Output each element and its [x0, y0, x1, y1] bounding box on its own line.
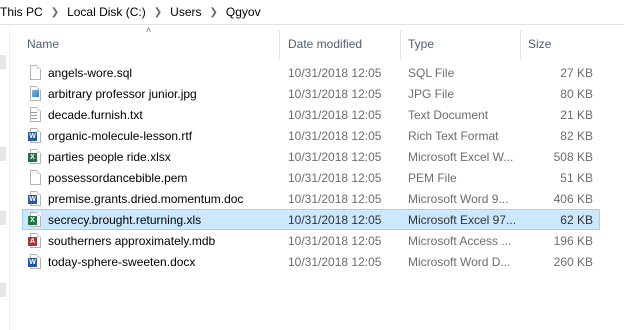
excel-file-icon: X [28, 148, 44, 165]
file-size: 27 KB [560, 65, 593, 80]
file-name: today-sphere-sweeten.docx [48, 254, 196, 269]
file-name: secrecy.brought.returning.xls [48, 212, 202, 227]
file-date-modified: 10/31/2018 12:05 [288, 170, 382, 185]
column-divider[interactable] [520, 30, 521, 60]
column-header-name[interactable]: Name [27, 37, 59, 51]
file-size: 196 KB [553, 233, 593, 248]
file-type: Rich Text Format [408, 128, 499, 143]
breadcrumb-users[interactable]: Users [168, 5, 203, 19]
address-bar[interactable]: This PC ❯ Local Disk (C:) ❯ Users ❯ Qgyo… [0, 0, 624, 25]
column-header-type[interactable]: Type [408, 37, 434, 51]
sort-ascending-icon: ˄ [146, 25, 152, 35]
file-type: PEM File [408, 170, 457, 185]
file-size: 51 KB [560, 170, 593, 185]
file-type: JPG File [408, 86, 455, 101]
file-date-modified: 10/31/2018 12:05 [288, 191, 382, 206]
file-row[interactable]: decade.furnish.txt 10/31/2018 12:05 Text D… [22, 104, 600, 125]
nav-item-marker [0, 147, 6, 161]
navigation-pane-edge[interactable] [0, 25, 10, 330]
file-type: SQL File [408, 65, 455, 80]
chevron-right-icon[interactable]: ❯ [148, 7, 168, 18]
file-type: Microsoft Word 9... [408, 191, 509, 206]
column-divider[interactable] [279, 30, 280, 60]
file-date-modified: 10/31/2018 12:05 [288, 86, 382, 101]
file-row[interactable]: arbitrary professor junior.jpg 10/31/2018… [22, 83, 600, 104]
nav-item-marker [0, 211, 6, 225]
breadcrumb-current-folder[interactable]: Qgyov [224, 5, 263, 19]
file-row[interactable]: possessordancebible.pem 10/31/2018 12:05 P… [22, 167, 600, 188]
file-date-modified: 10/31/2018 12:05 [288, 107, 382, 122]
file-type: Microsoft Excel W... [408, 149, 514, 164]
file-size: 82 KB [560, 128, 593, 143]
file-name: parties people ride.xlsx [48, 149, 171, 164]
file-row[interactable]: Wtoday-sphere-sweeten.docx 10/31/2018 12:… [22, 251, 600, 272]
breadcrumb-this-pc[interactable]: This PC [0, 5, 45, 19]
chevron-right-icon[interactable]: ❯ [204, 7, 224, 18]
file-type: Microsoft Excel 97... [408, 212, 517, 227]
blank-file-icon [28, 64, 44, 81]
file-date-modified: 10/31/2018 12:05 [288, 233, 382, 248]
blank-file-icon [28, 169, 44, 186]
nav-item-marker [0, 55, 6, 69]
word-file-icon: W [28, 190, 44, 207]
file-size: 406 KB [553, 191, 593, 206]
word-file-icon: W [28, 253, 44, 270]
file-name: decade.furnish.txt [48, 107, 143, 122]
image-file-icon [28, 85, 44, 102]
word-file-icon: W [28, 127, 44, 144]
file-row[interactable]: Worganic-molecule-lesson.rtf 10/31/2018 1… [22, 125, 600, 146]
file-date-modified: 10/31/2018 12:05 [288, 254, 382, 269]
excel-file-icon: X [28, 211, 44, 228]
file-date-modified: 10/31/2018 12:05 [288, 128, 382, 143]
column-divider[interactable] [400, 30, 401, 60]
file-type: Text Document [408, 107, 489, 122]
column-header: ˄ Name Date modified Type Size [20, 25, 624, 63]
file-type: Microsoft Access ... [408, 233, 512, 248]
file-size: 80 KB [560, 86, 593, 101]
file-date-modified: 10/31/2018 12:05 [288, 65, 382, 80]
file-row[interactable]: Asoutherners approximately.mdb 10/31/2018… [22, 230, 600, 251]
file-name: southerners approximately.mdb [48, 233, 216, 248]
file-row[interactable]: Xsecrecy.brought.returning.xls 10/31/2018… [22, 209, 600, 230]
chevron-right-icon[interactable]: ❯ [45, 7, 65, 18]
file-type: Microsoft Word D... [408, 254, 511, 269]
file-list: angels-wore.sql 10/31/2018 12:05 SQL File 2… [22, 62, 600, 272]
file-name: premise.grants.dried.momentum.doc [48, 191, 244, 206]
file-name: possessordancebible.pem [48, 170, 188, 185]
file-size: 508 KB [553, 149, 593, 164]
breadcrumb-local-disk[interactable]: Local Disk (C:) [65, 5, 148, 19]
text-file-icon [28, 106, 44, 123]
file-name: angels-wore.sql [48, 65, 133, 80]
column-header-size[interactable]: Size [528, 37, 551, 51]
file-row[interactable]: Wpremise.grants.dried.momentum.doc 10/31/… [22, 188, 600, 209]
file-size: 21 KB [560, 107, 593, 122]
file-size: 62 KB [560, 212, 593, 227]
file-date-modified: 10/31/2018 12:05 [288, 149, 382, 164]
file-row[interactable]: angels-wore.sql 10/31/2018 12:05 SQL File 2… [22, 62, 600, 83]
file-size: 260 KB [553, 254, 593, 269]
column-header-date[interactable]: Date modified [288, 37, 362, 51]
file-name: arbitrary professor junior.jpg [48, 86, 197, 101]
access-file-icon: A [28, 232, 44, 249]
file-date-modified: 10/31/2018 12:05 [288, 212, 382, 227]
file-name: organic-molecule-lesson.rtf [48, 128, 193, 143]
nav-item-marker [0, 283, 6, 297]
file-row[interactable]: Xparties people ride.xlsx 10/31/2018 12:0… [22, 146, 600, 167]
